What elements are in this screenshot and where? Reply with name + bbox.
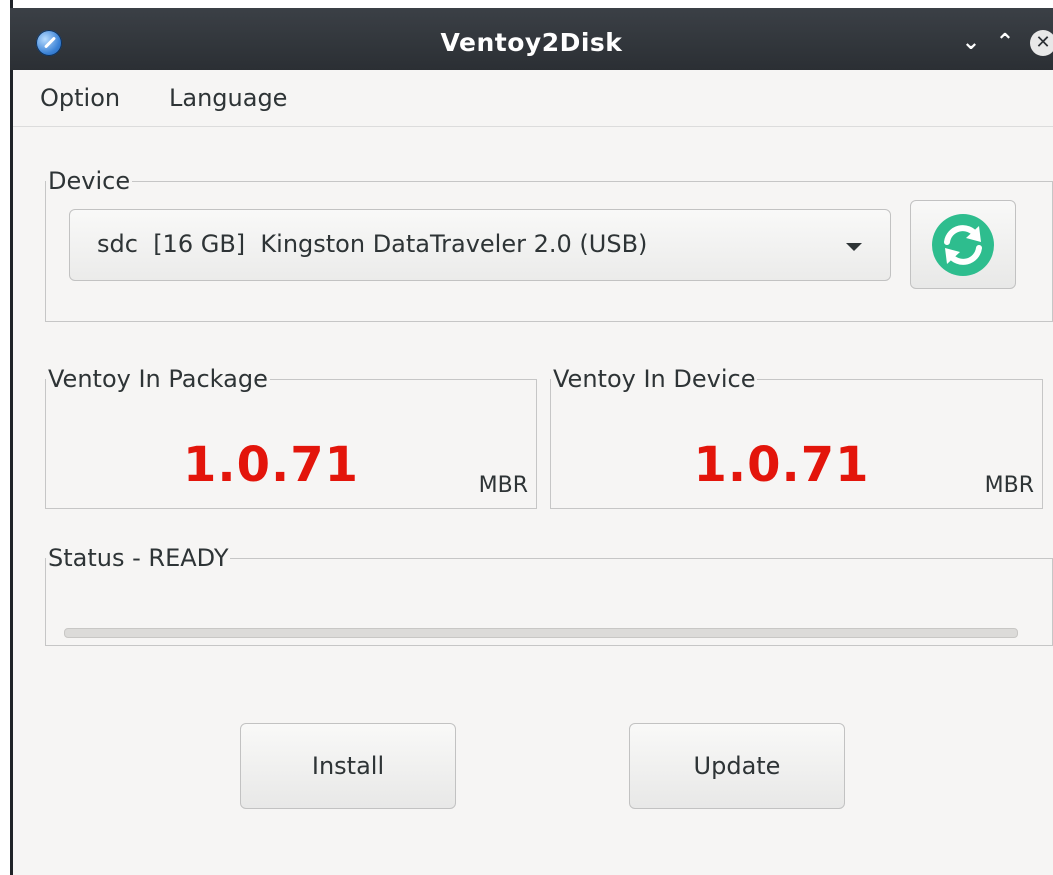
menu-language[interactable]: Language [169,84,287,112]
close-icon[interactable]: ✕ [1030,30,1053,56]
device-version: 1.0.71 [693,437,870,493]
package-partition-style: MBR [478,473,528,498]
window-title: Ventoy2Disk [440,28,623,57]
status-label: Status - READY [48,544,229,572]
device-select-value: sdc [16 GB] Kingston DataTraveler 2.0 (U… [97,230,648,258]
refresh-icon [932,214,994,276]
chevron-down-icon [846,243,862,251]
device-partition-style: MBR [984,473,1034,498]
package-version-group: Ventoy In Package 1.0.71 MBR [45,365,537,509]
package-group-label: Ventoy In Package [48,365,268,393]
device-version-group-label: Ventoy In Device [553,365,756,393]
minimize-icon[interactable]: ⌄ [958,30,984,56]
package-version: 1.0.71 [182,437,360,493]
menu-option[interactable]: Option [40,84,120,112]
progress-bar [64,628,1018,638]
refresh-button[interactable] [910,200,1016,289]
title-bar[interactable]: Ventoy2Disk ⌄ ⌃ ✕ [10,8,1053,70]
device-group-label: Device [48,167,131,195]
main-content: Device sdc [16 GB] Kingston DataTraveler… [13,127,1053,875]
top-accent [10,0,1053,8]
device-version-group: Ventoy In Device 1.0.71 MBR [550,365,1043,509]
maximize-icon[interactable]: ⌃ [992,30,1018,56]
install-button[interactable]: Install [240,723,456,809]
menu-bar: Option Language [13,70,1053,127]
update-button[interactable]: Update [629,723,845,809]
status-group: Status - READY [45,544,1053,646]
device-select[interactable]: sdc [16 GB] Kingston DataTraveler 2.0 (U… [69,209,891,281]
